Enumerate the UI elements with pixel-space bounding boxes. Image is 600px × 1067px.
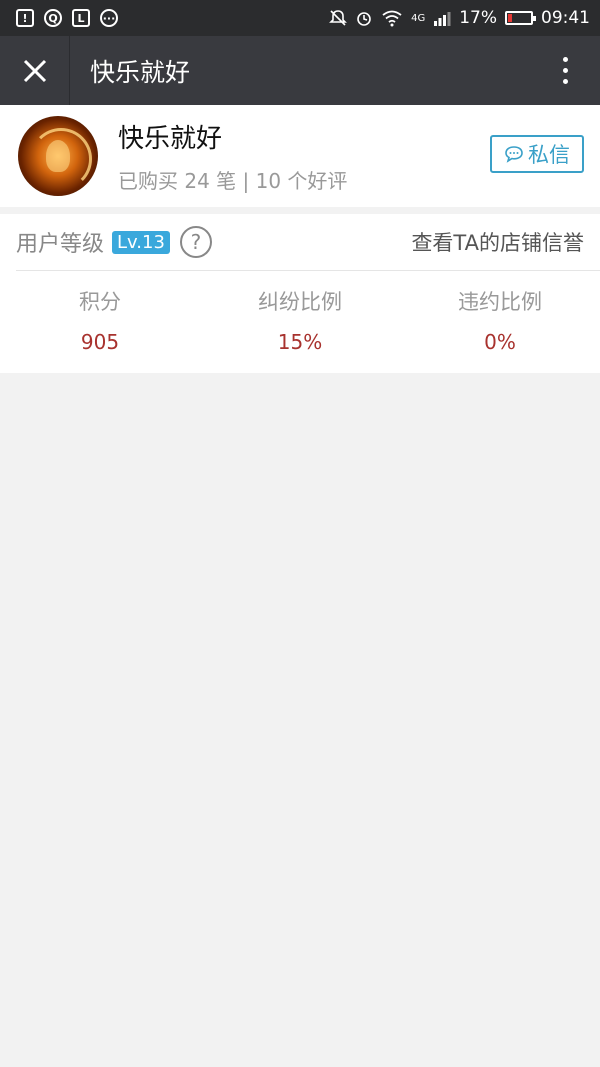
alert-icon: !: [16, 9, 34, 27]
message-button-label: 私信: [528, 143, 570, 167]
title-bar: 快乐就好: [0, 36, 600, 105]
metric-dispute-ratio: 纠纷比例 15%: [200, 286, 400, 354]
help-icon[interactable]: ?: [179, 226, 212, 258]
chat-bubble-icon: [505, 146, 523, 163]
app-icon: L: [72, 9, 90, 27]
level-badge: Lv.13: [112, 230, 170, 254]
metric-value: 905: [80, 330, 120, 354]
wifi-icon: [382, 10, 402, 27]
chat-icon: ···: [100, 9, 118, 27]
metric-label: 纠纷比例: [258, 290, 342, 314]
signal-icon: [434, 12, 451, 26]
avatar[interactable]: [18, 116, 98, 196]
network-label: 4G: [411, 12, 426, 24]
battery-fill: [508, 14, 512, 22]
level-row: 用户等级 Lv.13 ? 查看TA的店铺信誉: [0, 214, 600, 270]
shop-reputation-link[interactable]: 查看TA的店铺信誉: [411, 227, 584, 257]
close-button[interactable]: [0, 36, 70, 105]
metric-default-ratio: 违约比例 0%: [400, 286, 600, 354]
notification-icons: ! Q L ···: [16, 9, 118, 27]
metric-value: 15%: [277, 330, 323, 354]
message-button[interactable]: 私信: [490, 135, 584, 173]
qq-icon: Q: [44, 9, 62, 27]
level-label: 用户等级: [16, 232, 105, 257]
battery-icon: [505, 11, 536, 25]
mute-icon: [329, 10, 348, 26]
metrics-row: 积分 905 纠纷比例 15% 违约比例 0%: [0, 286, 600, 354]
divider: [16, 270, 600, 271]
more-button[interactable]: [530, 36, 600, 105]
battery-percent: 17%: [459, 8, 497, 28]
close-icon: [23, 59, 46, 82]
metric-label: 积分: [79, 290, 121, 314]
page-title: 快乐就好: [90, 57, 191, 87]
profile-card: 快乐就好 已购买 24 笔 | 10 个好评 私信: [0, 105, 600, 207]
metric-label: 违约比例: [458, 290, 542, 314]
alarm-icon: [357, 12, 371, 26]
system-icons: 4G 17% 09:41: [329, 8, 590, 28]
metric-value: 0%: [484, 330, 516, 354]
metric-points: 积分 905: [0, 286, 200, 354]
level-section: 用户等级 Lv.13 ? 查看TA的店铺信誉 积分 905 纠纷比例 15% 违…: [0, 214, 600, 373]
status-time: 09:41: [541, 8, 590, 28]
status-bar: ! Q L ··· 4G 17% 09:41: [0, 0, 600, 36]
more-icon: [562, 57, 568, 84]
